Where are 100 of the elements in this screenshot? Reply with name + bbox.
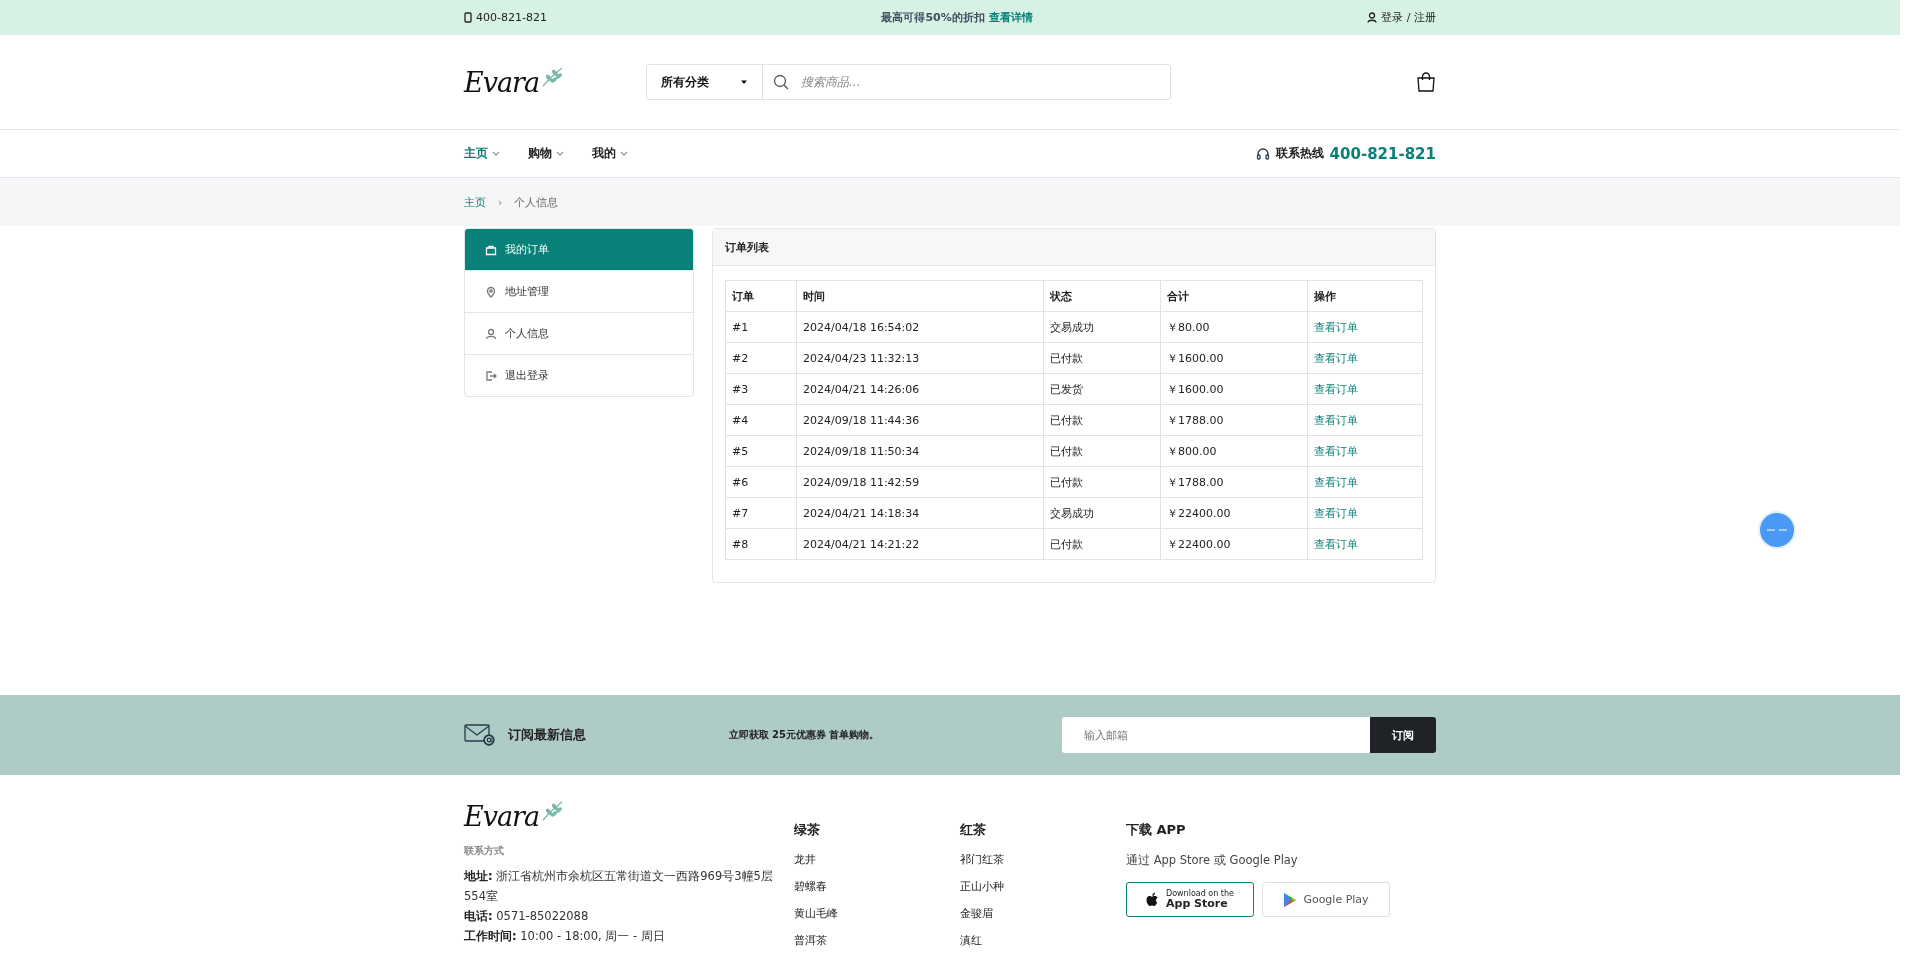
leaf-icon xyxy=(540,800,565,822)
panel-title: 订单列表 xyxy=(725,239,769,255)
phone-icon xyxy=(464,12,472,23)
view-order-link[interactable]: 查看订单 xyxy=(1314,537,1358,551)
location-pin-icon xyxy=(485,285,497,298)
app-description: 通过 App Store 或 Google Play xyxy=(1126,853,1299,868)
table-cell: #3 xyxy=(725,373,797,405)
breadcrumb-item[interactable]: 主页 xyxy=(464,194,486,210)
table-cell: #6 xyxy=(725,466,797,498)
category-dropdown[interactable]: 所有分类 xyxy=(647,65,763,99)
nav-menu-item[interactable]: 我的 xyxy=(592,145,628,162)
view-order-link[interactable]: 查看订单 xyxy=(1314,444,1358,458)
app-store-button[interactable]: Download on the App Store xyxy=(1126,882,1254,917)
table-cell: #7 xyxy=(725,497,797,529)
contact-info-text: 工作时间: 10:00 - 18:00, 周一 - 周日 xyxy=(464,928,666,945)
table-cell: ￥80.00 xyxy=(1160,311,1308,343)
nav-menu-item[interactable]: 主页 xyxy=(464,145,500,162)
nav-menu-item[interactable]: 购物 xyxy=(528,145,564,162)
hotline-label: 联系热线 xyxy=(1275,145,1324,162)
table-cell: 2024/09/18 11:44:36 xyxy=(796,404,1044,436)
breadcrumb-separator: › xyxy=(498,195,503,209)
table-cell: 已付款 xyxy=(1043,466,1161,498)
table-cell: 交易成功 xyxy=(1043,311,1161,343)
caret-icon xyxy=(740,79,748,85)
footer-link[interactable]: 碧螺春 xyxy=(794,880,960,894)
table-cell: 2024/04/21 14:18:34 xyxy=(796,497,1044,529)
account-menu-item[interactable]: 退出登录 xyxy=(465,355,693,396)
table-cell: ￥1788.00 xyxy=(1160,404,1308,436)
table-cell: 已付款 xyxy=(1043,528,1161,560)
table-cell: 2024/04/23 11:32:13 xyxy=(796,342,1044,374)
store-name: App Store xyxy=(1166,898,1229,909)
store-name: Google Play xyxy=(1303,894,1369,905)
footer-link[interactable]: 黄山毛峰 xyxy=(794,907,960,921)
table-cell: ￥1600.00 xyxy=(1160,373,1308,405)
view-order-link[interactable]: 查看订单 xyxy=(1314,382,1358,396)
footer-link[interactable]: 滇红 xyxy=(960,934,1126,948)
footer-column-heading: 红茶 xyxy=(960,821,987,839)
column-header: 合计 xyxy=(1160,280,1308,312)
contact-info-text: 电话: 0571-85022088 xyxy=(464,908,590,925)
user-icon xyxy=(485,327,497,340)
headset-icon xyxy=(1255,147,1270,160)
table-cell: ￥1600.00 xyxy=(1160,342,1308,374)
table-cell: 2024/04/21 14:21:22 xyxy=(796,528,1044,560)
user-icon xyxy=(1367,12,1378,23)
logout-icon xyxy=(485,369,497,382)
details-link[interactable]: 查看详情 xyxy=(988,10,1033,25)
footer-link[interactable]: 龙井 xyxy=(794,853,960,867)
table-cell: ￥1788.00 xyxy=(1160,466,1308,498)
view-order-link[interactable]: 查看订单 xyxy=(1314,506,1358,520)
newsletter-offer-text: 立即获取 25元优惠券 首单购物。 xyxy=(728,728,880,742)
column-header: 时间 xyxy=(796,280,1044,312)
floating-assistant-icon xyxy=(1758,511,1796,549)
table-cell: 2024/04/18 16:54:02 xyxy=(796,311,1044,343)
view-order-link[interactable]: 查看订单 xyxy=(1314,351,1358,365)
footer-link[interactable]: 金骏眉 xyxy=(960,907,1126,921)
table-cell: #8 xyxy=(725,528,797,560)
app-heading: 下载 APP xyxy=(1126,821,1187,839)
hotline-number: 400-821-821 xyxy=(1329,144,1436,163)
footer-link[interactable]: 正山小种 xyxy=(960,880,1126,894)
logo[interactable]: Evara xyxy=(464,68,540,96)
email-field[interactable]: 输入邮箱 xyxy=(1062,717,1370,753)
footer-link[interactable]: 普洱茶 xyxy=(794,934,960,948)
phone-number: 400-821-821 xyxy=(476,11,547,24)
account-menu-item[interactable]: 我的订单 xyxy=(465,229,693,271)
table-cell: 2024/09/18 11:42:59 xyxy=(796,466,1044,498)
subscribe-button[interactable]: 订阅 xyxy=(1370,717,1436,753)
table-cell: #1 xyxy=(725,311,797,343)
footer-logo[interactable]: Evara xyxy=(464,803,540,830)
footer-column-heading: 绿茶 xyxy=(794,821,821,839)
view-order-link[interactable]: 查看订单 xyxy=(1314,475,1358,489)
search-icon xyxy=(773,74,789,90)
caret-icon xyxy=(492,150,500,157)
shopping-bag-icon[interactable] xyxy=(1416,72,1436,92)
mail-icon xyxy=(464,724,496,746)
table-cell: #4 xyxy=(725,404,797,436)
account-menu-item[interactable]: 个人信息 xyxy=(465,313,693,355)
footer-link[interactable]: 祁门红茶 xyxy=(960,853,1126,867)
table-cell: 已付款 xyxy=(1043,404,1161,436)
column-header: 状态 xyxy=(1043,280,1161,312)
table-cell: 交易成功 xyxy=(1043,497,1161,529)
table-cell: 已发货 xyxy=(1043,373,1161,405)
app-store-button[interactable]: Google Play xyxy=(1262,882,1390,917)
bag-icon xyxy=(485,243,497,256)
table-cell: ￥22400.00 xyxy=(1160,528,1308,560)
table-cell: 已付款 xyxy=(1043,342,1161,374)
login-register-link[interactable]: 登录 / 注册 xyxy=(1381,10,1436,25)
caret-icon xyxy=(620,150,628,157)
account-menu-item[interactable]: 地址管理 xyxy=(465,271,693,313)
newsletter-title: 订阅最新信息 xyxy=(508,726,586,744)
column-header: 订单 xyxy=(725,280,797,312)
table-cell: #2 xyxy=(725,342,797,374)
view-order-link[interactable]: 查看订单 xyxy=(1314,413,1358,427)
table-cell: 2024/09/18 11:50:34 xyxy=(796,435,1044,467)
table-cell: 已付款 xyxy=(1043,435,1161,467)
view-order-link[interactable]: 查看订单 xyxy=(1314,320,1358,334)
table-cell: #5 xyxy=(725,435,797,467)
apple-icon xyxy=(1146,891,1160,908)
caret-icon xyxy=(556,150,564,157)
store-caption: Download on the xyxy=(1166,890,1234,898)
promo-text: 最高可得50%的折扣 xyxy=(881,10,985,25)
